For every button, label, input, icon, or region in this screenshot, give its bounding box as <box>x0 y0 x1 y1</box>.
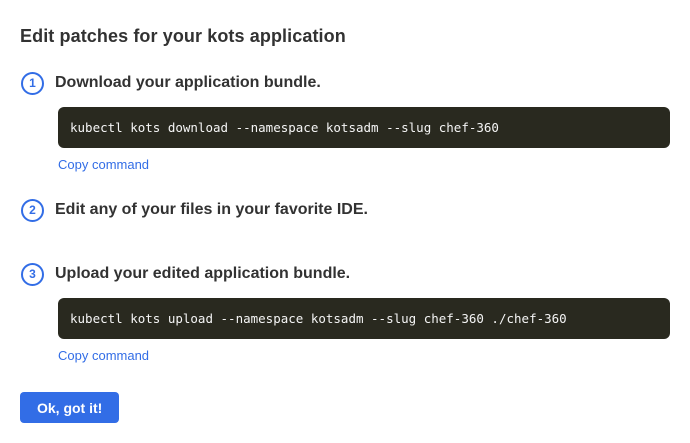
step-edit-header: 2 Edit any of your files in your favorit… <box>20 198 670 222</box>
step-1-number-badge: 1 <box>21 72 44 95</box>
step-upload: 3 Upload your edited application bundle.… <box>20 262 670 363</box>
step-download-header: 1 Download your application bundle. <box>20 71 670 95</box>
step-download: 1 Download your application bundle. kube… <box>20 71 670 172</box>
step-3-heading: Upload your edited application bundle. <box>55 262 350 286</box>
step-edit: 2 Edit any of your files in your favorit… <box>20 198 670 222</box>
download-command-text: kubectl kots download --namespace kotsad… <box>70 119 499 136</box>
step-upload-header: 3 Upload your edited application bundle. <box>20 262 670 286</box>
step-1-heading: Download your application bundle. <box>55 71 321 95</box>
download-command-block: kubectl kots download --namespace kotsad… <box>58 107 670 148</box>
edit-patches-panel: Edit patches for your kots application 1… <box>0 0 690 443</box>
upload-command-text: kubectl kots upload --namespace kotsadm … <box>70 310 567 327</box>
page-title: Edit patches for your kots application <box>20 26 670 47</box>
step-2-heading: Edit any of your files in your favorite … <box>55 198 368 222</box>
copy-upload-command-link[interactable]: Copy command <box>58 348 149 363</box>
ok-got-it-button[interactable]: Ok, got it! <box>20 392 119 423</box>
step-2-number-badge: 2 <box>21 199 44 222</box>
step-3-number-badge: 3 <box>21 263 44 286</box>
copy-download-command-link[interactable]: Copy command <box>58 157 149 172</box>
upload-command-block: kubectl kots upload --namespace kotsadm … <box>58 298 670 339</box>
